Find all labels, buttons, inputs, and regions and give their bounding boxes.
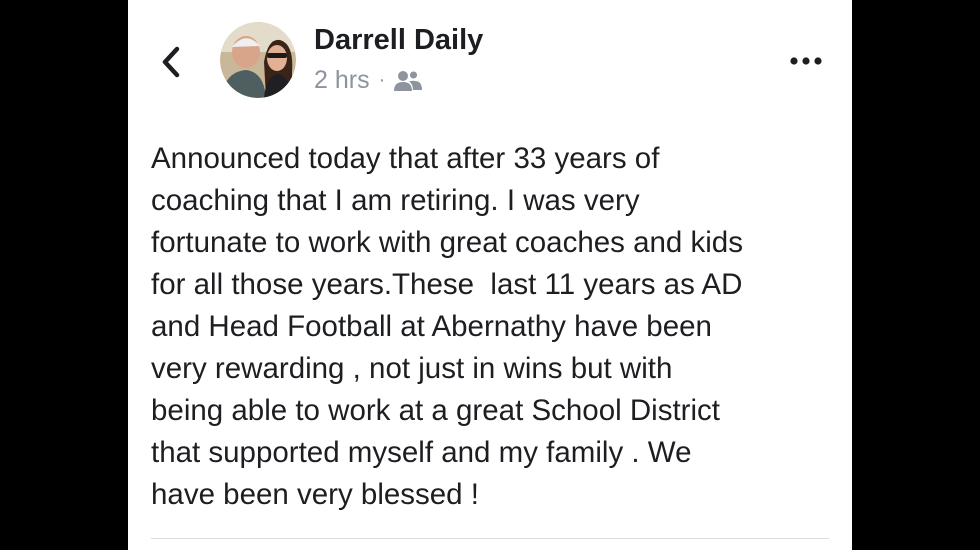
post-text-line: very rewarding , not just in wins but wi…	[151, 352, 673, 385]
chevron-left-icon	[162, 46, 180, 78]
post-timestamp[interactable]: 2 hrs	[314, 66, 370, 95]
post-text-line: have been very blessed !	[151, 478, 479, 511]
more-dots-icon	[790, 57, 822, 65]
post-text-line: Announced today that after 33 years of	[151, 142, 660, 175]
post-text: Announced today that after 33 years of c…	[151, 138, 841, 516]
author-name[interactable]: Darrell Daily	[314, 24, 483, 57]
more-options-button[interactable]	[788, 50, 824, 72]
post-text-line: coaching that I am retiring. I was very	[151, 184, 640, 217]
post-text-line: being able to work at a great School Dis…	[151, 394, 720, 427]
meta-separator: ·	[378, 69, 386, 91]
post-meta: 2 hrs ·	[314, 66, 423, 95]
back-button[interactable]	[158, 44, 186, 80]
post-text-line: that supported myself and my family . We	[151, 436, 692, 469]
post-panel: Darrell Daily 2 hrs · Announced today th…	[128, 0, 852, 550]
avatar[interactable]	[220, 22, 296, 98]
profile-photo	[220, 22, 296, 98]
friends-icon[interactable]	[393, 69, 423, 93]
post-text-line: for all those years.These last 11 years …	[151, 268, 743, 301]
post-text-line: fortunate to work with great coaches and…	[151, 226, 743, 259]
post-text-line: and Head Football at Abernathy have been	[151, 310, 712, 343]
divider	[151, 538, 829, 539]
